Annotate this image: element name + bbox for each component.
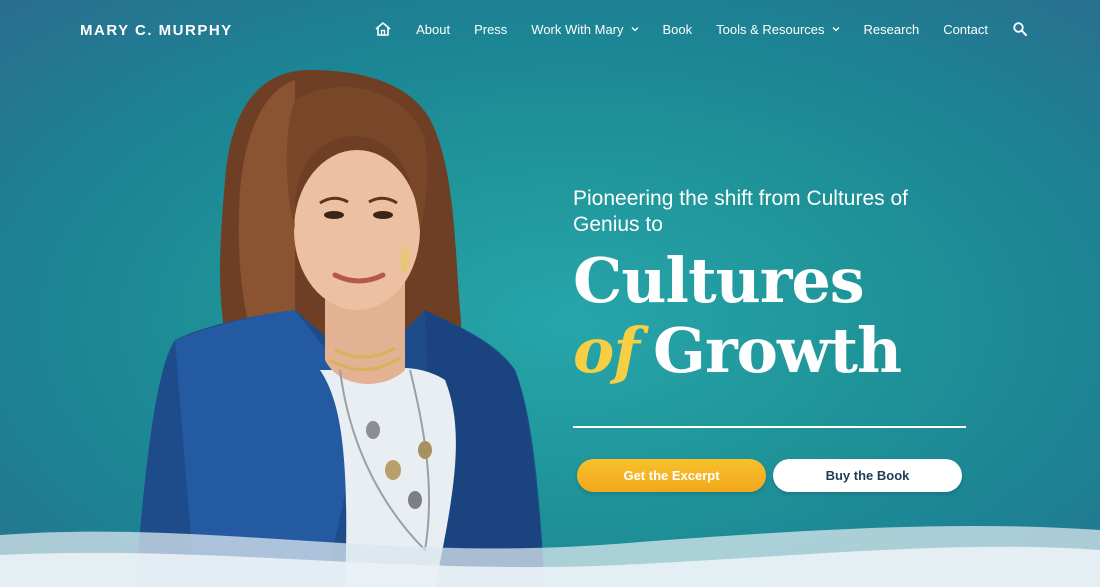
nav-work-with-mary-label: Work With Mary [531, 21, 624, 37]
nav-press[interactable]: Press [462, 18, 519, 40]
chevron-down-icon [832, 27, 840, 32]
nav-tools-resources[interactable]: Tools & Resources [704, 18, 851, 40]
nav-search[interactable] [1000, 18, 1040, 40]
main-nav: About Press Work With Mary Book Tools & … [362, 18, 1040, 40]
nav-home[interactable] [362, 18, 404, 40]
buy-book-button[interactable]: Buy the Book [773, 459, 962, 492]
hero-content: Pioneering the shift from Cultures of Ge… [573, 186, 973, 386]
nav-book-label: Book [662, 21, 693, 37]
decorative-waves [0, 525, 1100, 587]
nav-book[interactable]: Book [651, 18, 705, 40]
nav-about[interactable]: About [404, 18, 462, 40]
nav-research-label: Research [863, 21, 920, 37]
home-icon [375, 22, 391, 36]
chevron-down-icon [631, 27, 638, 32]
hero-title-accent: of [573, 314, 640, 387]
nav-contact-label: Contact [943, 21, 988, 37]
nav-contact[interactable]: Contact [931, 18, 1000, 40]
nav-tools-resources-label: Tools & Resources [716, 21, 825, 37]
get-excerpt-button[interactable]: Get the Excerpt [577, 459, 766, 492]
site-logo[interactable]: MARY C. MURPHY [80, 22, 233, 39]
hero-title-line2: of Growth [573, 316, 973, 386]
nav-work-with-mary[interactable]: Work With Mary [519, 18, 650, 40]
nav-research[interactable]: Research [852, 18, 932, 40]
nav-about-label: About [416, 21, 451, 37]
hero-kicker: Pioneering the shift from Cultures of Ge… [573, 187, 908, 236]
hero-divider [573, 426, 966, 428]
nav-press-label: Press [474, 21, 508, 37]
search-icon [1013, 22, 1027, 36]
site-header: MARY C. MURPHY About Press Work With Mar… [0, 0, 1100, 60]
hero-title-line1: Cultures [573, 244, 865, 317]
hero-title-growth: Growth [653, 314, 902, 387]
